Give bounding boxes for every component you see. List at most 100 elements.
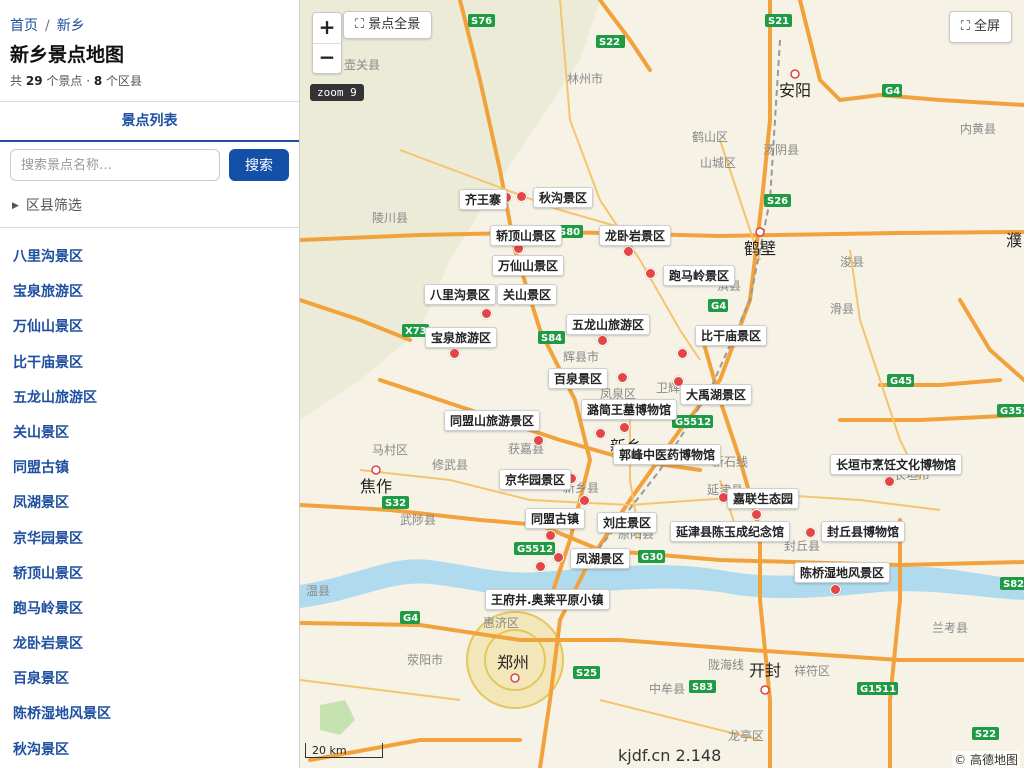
map-city-label: 安阳 bbox=[779, 81, 811, 100]
district-filter-label: 区县筛选 bbox=[25, 198, 82, 214]
poi-marker[interactable] bbox=[597, 335, 608, 346]
poi-label[interactable]: 刘庄景区 bbox=[597, 512, 658, 533]
district-filter-toggle[interactable]: ▶ 区县筛选 bbox=[12, 195, 82, 215]
highway-shield: S25 bbox=[573, 666, 600, 679]
district-count: 8 bbox=[93, 74, 103, 88]
poi-label[interactable]: 比干庙景区 bbox=[695, 325, 768, 346]
map-town-label: 滑县 bbox=[830, 302, 854, 316]
spot-list-item[interactable]: 凤湖景区 bbox=[13, 486, 111, 521]
poi-label[interactable]: 郭峰中医药博物馆 bbox=[613, 444, 722, 465]
svg-text:S82: S82 bbox=[1003, 579, 1024, 590]
spot-list-item[interactable]: 龙卧岩景区 bbox=[13, 627, 111, 662]
map-attribution[interactable]: © 高德地图 bbox=[952, 751, 1020, 768]
overview-button[interactable]: ⛶ 景点全景 bbox=[343, 11, 433, 39]
poi-marker[interactable] bbox=[884, 476, 895, 487]
poi-label[interactable]: 秋沟景区 bbox=[533, 187, 594, 208]
spot-list-item[interactable]: 宝泉旅游区 bbox=[13, 275, 111, 310]
poi-label[interactable]: 百泉景区 bbox=[548, 368, 609, 389]
highway-shield: G4 bbox=[708, 299, 728, 312]
map-town-label: 鹤山区 bbox=[692, 129, 728, 144]
map-town-label: 惠济区 bbox=[483, 615, 519, 630]
poi-label[interactable]: 万仙山景区 bbox=[492, 255, 565, 276]
poi-marker[interactable] bbox=[617, 372, 628, 383]
poi-marker[interactable] bbox=[751, 509, 762, 520]
map-town-label: 龙亭区 bbox=[728, 728, 764, 743]
map-town-label: 修武县 bbox=[432, 457, 468, 472]
search-input[interactable] bbox=[10, 149, 220, 181]
highway-shield: G5512 bbox=[672, 415, 713, 428]
spot-list-item[interactable]: 秋沟景区 bbox=[13, 733, 111, 768]
spot-list-item[interactable]: 万仙山景区 bbox=[13, 310, 111, 345]
svg-text:G45: G45 bbox=[890, 376, 912, 387]
poi-label[interactable]: 龙卧岩景区 bbox=[599, 225, 672, 246]
poi-label[interactable]: 王府井.奥莱平原小镇 bbox=[485, 589, 610, 610]
svg-text:S80: S80 bbox=[559, 227, 580, 238]
poi-marker[interactable] bbox=[595, 428, 606, 439]
page-title: 新乡景点地图 bbox=[10, 44, 125, 66]
poi-marker[interactable] bbox=[805, 527, 816, 538]
poi-label[interactable]: 齐王寨 bbox=[459, 189, 508, 210]
poi-label[interactable]: 嘉联生态园 bbox=[727, 488, 800, 509]
svg-text:G1511: G1511 bbox=[860, 684, 896, 695]
poi-label[interactable]: 同盟山旅游景区 bbox=[444, 410, 541, 431]
poi-label[interactable]: 封丘县博物馆 bbox=[821, 521, 906, 542]
poi-marker[interactable] bbox=[533, 435, 544, 446]
poi-label[interactable]: 凤湖景区 bbox=[570, 548, 631, 569]
poi-marker[interactable] bbox=[677, 348, 688, 359]
poi-marker[interactable] bbox=[481, 308, 492, 319]
poi-marker[interactable] bbox=[579, 495, 590, 506]
poi-label[interactable]: 八里沟景区 bbox=[424, 284, 497, 305]
breadcrumb-separator: / bbox=[45, 18, 50, 34]
zoom-out-button[interactable]: − bbox=[313, 43, 341, 73]
tab-spot-list[interactable]: 景点列表 bbox=[0, 102, 299, 142]
poi-label[interactable]: 五龙山旅游区 bbox=[566, 314, 651, 335]
spot-unit: 个景点 · bbox=[46, 74, 91, 88]
poi-label[interactable]: 同盟古镇 bbox=[525, 508, 586, 529]
poi-marker[interactable] bbox=[516, 191, 527, 202]
fullscreen-button[interactable]: ⛶ 全屏 bbox=[948, 11, 1012, 43]
poi-label[interactable]: 大禹湖景区 bbox=[680, 384, 753, 405]
spot-count: 29 bbox=[25, 74, 43, 88]
poi-marker[interactable] bbox=[830, 584, 841, 595]
poi-marker[interactable] bbox=[449, 348, 460, 359]
poi-label[interactable]: 延津县陈玉成纪念馆 bbox=[670, 521, 791, 542]
spot-list-item[interactable]: 陈桥湿地风景区 bbox=[13, 697, 111, 732]
spot-list-item[interactable]: 同盟古镇 bbox=[13, 451, 111, 486]
poi-marker[interactable] bbox=[535, 561, 546, 572]
search-button[interactable]: 搜索 bbox=[229, 149, 289, 181]
zoom-in-button[interactable]: + bbox=[313, 13, 341, 44]
poi-label[interactable]: 轿顶山景区 bbox=[490, 225, 563, 246]
poi-marker[interactable] bbox=[545, 530, 556, 541]
spot-list-item[interactable]: 八里沟景区 bbox=[13, 240, 111, 275]
poi-label[interactable]: 陈桥湿地风景区 bbox=[794, 562, 891, 583]
zoom-level-badge: zoom 9 bbox=[310, 84, 364, 101]
poi-marker[interactable] bbox=[623, 246, 634, 257]
spot-list-item[interactable]: 京华园景区 bbox=[13, 522, 111, 557]
poi-marker[interactable] bbox=[619, 422, 630, 433]
poi-label[interactable]: 潞简王墓博物馆 bbox=[581, 399, 678, 420]
svg-text:S22: S22 bbox=[599, 37, 620, 48]
spot-list-item[interactable]: 五龙山旅游区 bbox=[13, 381, 111, 416]
poi-label[interactable]: 跑马岭景区 bbox=[663, 265, 736, 286]
svg-text:S26: S26 bbox=[767, 196, 788, 207]
spot-list-item[interactable]: 关山景区 bbox=[13, 416, 111, 451]
breadcrumb-home-link[interactable]: 首页 bbox=[10, 18, 38, 34]
breadcrumb-current-link[interactable]: 新乡 bbox=[57, 18, 85, 34]
poi-label[interactable]: 关山景区 bbox=[497, 284, 558, 305]
poi-marker[interactable] bbox=[645, 268, 656, 279]
svg-text:G5512: G5512 bbox=[517, 544, 553, 555]
poi-label[interactable]: 长垣市烹饪文化博物馆 bbox=[830, 454, 963, 475]
map-basemap: 安阳 鹤壁 焦作 郑州 开封 新乡 濮 林州市鹤山区山城区汤阴县内黄县浚县滑县陵… bbox=[300, 0, 1024, 768]
svg-text:G4: G4 bbox=[885, 86, 900, 97]
poi-marker[interactable] bbox=[553, 552, 564, 563]
map-view[interactable]: 安阳 鹤壁 焦作 郑州 开封 新乡 濮 林州市鹤山区山城区汤阴县内黄县浚县滑县陵… bbox=[300, 0, 1024, 768]
poi-label[interactable]: 宝泉旅游区 bbox=[425, 327, 498, 348]
spot-list-item[interactable]: 跑马岭景区 bbox=[13, 592, 111, 627]
spot-list-item[interactable]: 轿顶山景区 bbox=[13, 557, 111, 592]
highway-shield: G30 bbox=[638, 550, 665, 563]
poi-label[interactable]: 京华园景区 bbox=[499, 469, 572, 490]
spot-list: 八里沟景区 宝泉旅游区 万仙山景区 比干庙景区 五龙山旅游区 关山景区 同盟古镇… bbox=[13, 240, 111, 768]
svg-text:G30: G30 bbox=[641, 552, 663, 563]
spot-list-item[interactable]: 百泉景区 bbox=[13, 662, 111, 697]
spot-list-item[interactable]: 比干庙景区 bbox=[13, 346, 111, 381]
